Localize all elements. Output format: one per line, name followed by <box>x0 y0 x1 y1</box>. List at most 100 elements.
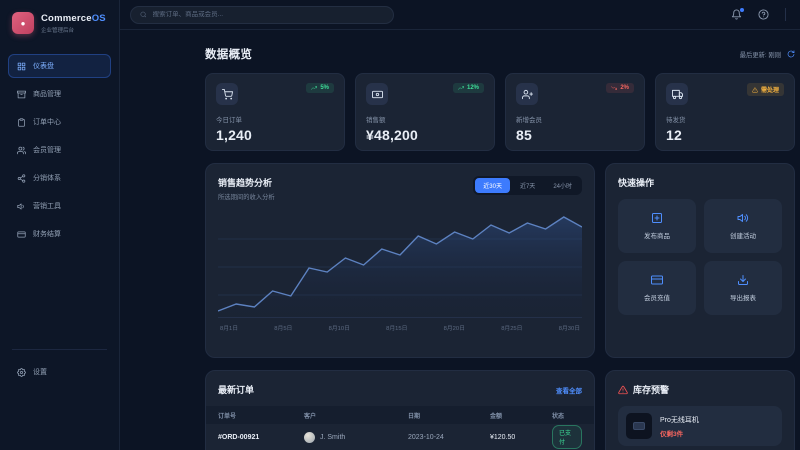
quick-actions-title: 快速操作 <box>618 176 782 189</box>
megaphone-icon <box>737 212 749 224</box>
sidebar-item-label: 营销工具 <box>33 201 61 211</box>
orders-table-header: 订单号 客户 日期 金额 状态 <box>206 406 594 424</box>
x-tick: 8月15日 <box>386 323 407 332</box>
status-badge: 已支付 <box>552 425 582 449</box>
sidebar: ● CommerceOS 企业管理后台 仪表盘 商品管理 订单中心 会员管理 分… <box>0 0 120 450</box>
action-label: 创建活动 <box>730 230 756 240</box>
x-tick: 8月5日 <box>274 323 292 332</box>
stat-card-sales[interactable]: 12% 销售额 ¥48,200 <box>355 73 495 151</box>
search-input[interactable] <box>153 11 384 18</box>
gear-icon <box>17 368 26 377</box>
member-recharge-button[interactable]: 会员充值 <box>618 261 696 315</box>
notification-dot <box>740 8 744 12</box>
finance-icon <box>17 230 26 239</box>
range-tabs: 近30天 近7天 24小时 <box>473 176 582 195</box>
user-plus-icon <box>522 89 533 100</box>
customer-avatar <box>304 432 315 443</box>
sidebar-item-distribution[interactable]: 分销体系 <box>8 166 111 190</box>
customer-name: J. Smith <box>320 434 345 441</box>
sidebar-item-label: 分销体系 <box>33 173 61 183</box>
sidebar-item-orders[interactable]: 订单中心 <box>8 110 111 134</box>
brand-subtitle: 企业管理后台 <box>41 26 106 34</box>
sidebar-item-label: 设置 <box>33 367 47 377</box>
stock-warning: 仅剩3件 <box>660 428 699 438</box>
inventory-title: 库存预警 <box>633 383 669 396</box>
notifications-button[interactable] <box>731 9 742 20</box>
trend-up-icon <box>458 85 464 91</box>
col-amount: 金额 <box>490 411 552 420</box>
range-tab-30d[interactable]: 近30天 <box>475 178 510 193</box>
range-tab-7d[interactable]: 近7天 <box>512 178 543 193</box>
sidebar-item-marketing[interactable]: 营销工具 <box>8 194 111 218</box>
trend-badge: 12% <box>453 83 484 93</box>
order-row[interactable]: #ORD-00921 J. Smith 2023-10-24 ¥120.50 已… <box>206 424 594 450</box>
stat-card-new-members[interactable]: 2% 新增会员 85 <box>505 73 645 151</box>
sidebar-nav: 仪表盘 商品管理 订单中心 会员管理 分销体系 营销工具 财务结算 <box>0 54 119 246</box>
sidebar-item-settings[interactable]: 设置 <box>8 360 111 384</box>
needs-action-badge: 需处理 <box>747 83 784 96</box>
refresh-icon[interactable] <box>787 50 795 58</box>
sidebar-item-dashboard[interactable]: 仪表盘 <box>8 54 111 78</box>
product-name: Pro无线耳机 <box>660 415 699 425</box>
sidebar-item-label: 会员管理 <box>33 145 61 155</box>
action-label: 会员充值 <box>644 292 670 302</box>
chart-x-axis: 8月1日 8月5日 8月10日 8月15日 8月20日 8月25日 8月30日 <box>218 323 582 332</box>
main-content: 数据概览 最后更新: 刚刚 5% 今日订单 1,240 12% <box>120 30 800 450</box>
x-tick: 8月25日 <box>501 323 522 332</box>
products-icon <box>17 90 26 99</box>
stat-value: 12 <box>666 127 784 143</box>
stat-value: 85 <box>516 127 634 143</box>
sidebar-item-products[interactable]: 商品管理 <box>8 82 111 106</box>
order-date: 2023-10-24 <box>408 434 490 441</box>
sidebar-item-members[interactable]: 会员管理 <box>8 138 111 162</box>
product-thumbnail <box>626 413 652 439</box>
view-all-link[interactable]: 查看全部 <box>556 385 582 395</box>
sidebar-item-label: 订单中心 <box>33 117 61 127</box>
x-tick: 8月10日 <box>329 323 350 332</box>
cart-icon <box>222 89 233 100</box>
stat-card-orders-today[interactable]: 5% 今日订单 1,240 <box>205 73 345 151</box>
area-chart <box>218 209 582 317</box>
brand-name: CommerceOS <box>41 13 106 24</box>
sidebar-item-finance[interactable]: 财务结算 <box>8 222 111 246</box>
help-icon[interactable] <box>758 9 769 20</box>
stat-label: 销售额 <box>366 114 484 124</box>
members-icon <box>17 146 26 155</box>
credit-card-icon <box>651 274 663 286</box>
download-icon <box>737 274 749 286</box>
chart-title: 销售趋势分析 <box>218 176 275 189</box>
export-report-button[interactable]: 导出报表 <box>704 261 782 315</box>
stat-label: 待发货 <box>666 114 784 124</box>
sales-trend-panel: 销售趋势分析 所选期间的收入分析 近30天 近7天 24小时 <box>205 163 595 358</box>
orders-icon <box>17 118 26 127</box>
search-icon <box>140 11 147 18</box>
publish-product-button[interactable]: 发布商品 <box>618 199 696 253</box>
create-campaign-button[interactable]: 创建活动 <box>704 199 782 253</box>
sidebar-footer: 设置 <box>0 349 119 384</box>
sidebar-item-label: 财务结算 <box>33 229 61 239</box>
trend-badge: 5% <box>306 83 334 93</box>
action-label: 导出报表 <box>730 292 756 302</box>
search-box[interactable] <box>130 6 394 24</box>
x-tick: 8月30日 <box>559 323 580 332</box>
latest-orders-panel: 最新订单 查看全部 订单号 客户 日期 金额 状态 #ORD-00921 J. … <box>205 370 595 450</box>
trend-down-icon <box>611 85 617 91</box>
banknote-icon <box>372 89 383 100</box>
stat-value: 1,240 <box>216 127 334 143</box>
order-amount: ¥120.50 <box>490 434 552 441</box>
x-tick: 8月20日 <box>444 323 465 332</box>
divider <box>12 349 107 350</box>
plus-square-icon <box>651 212 663 224</box>
range-tab-24h[interactable]: 24小时 <box>545 178 580 193</box>
x-tick: 8月1日 <box>220 323 238 332</box>
col-status: 状态 <box>552 411 582 420</box>
dashboard-icon <box>17 62 26 71</box>
trend-badge: 2% <box>606 83 634 93</box>
orders-title: 最新订单 <box>218 383 254 396</box>
last-updated-label: 最后更新: 刚刚 <box>740 50 781 59</box>
inventory-item[interactable]: Pro无线耳机 仅剩3件 <box>618 406 782 446</box>
stat-card-pending-shipments[interactable]: 需处理 待发货 12 <box>655 73 795 151</box>
warning-triangle-icon <box>618 385 628 395</box>
marketing-icon <box>17 202 26 211</box>
stat-label: 新增会员 <box>516 114 634 124</box>
